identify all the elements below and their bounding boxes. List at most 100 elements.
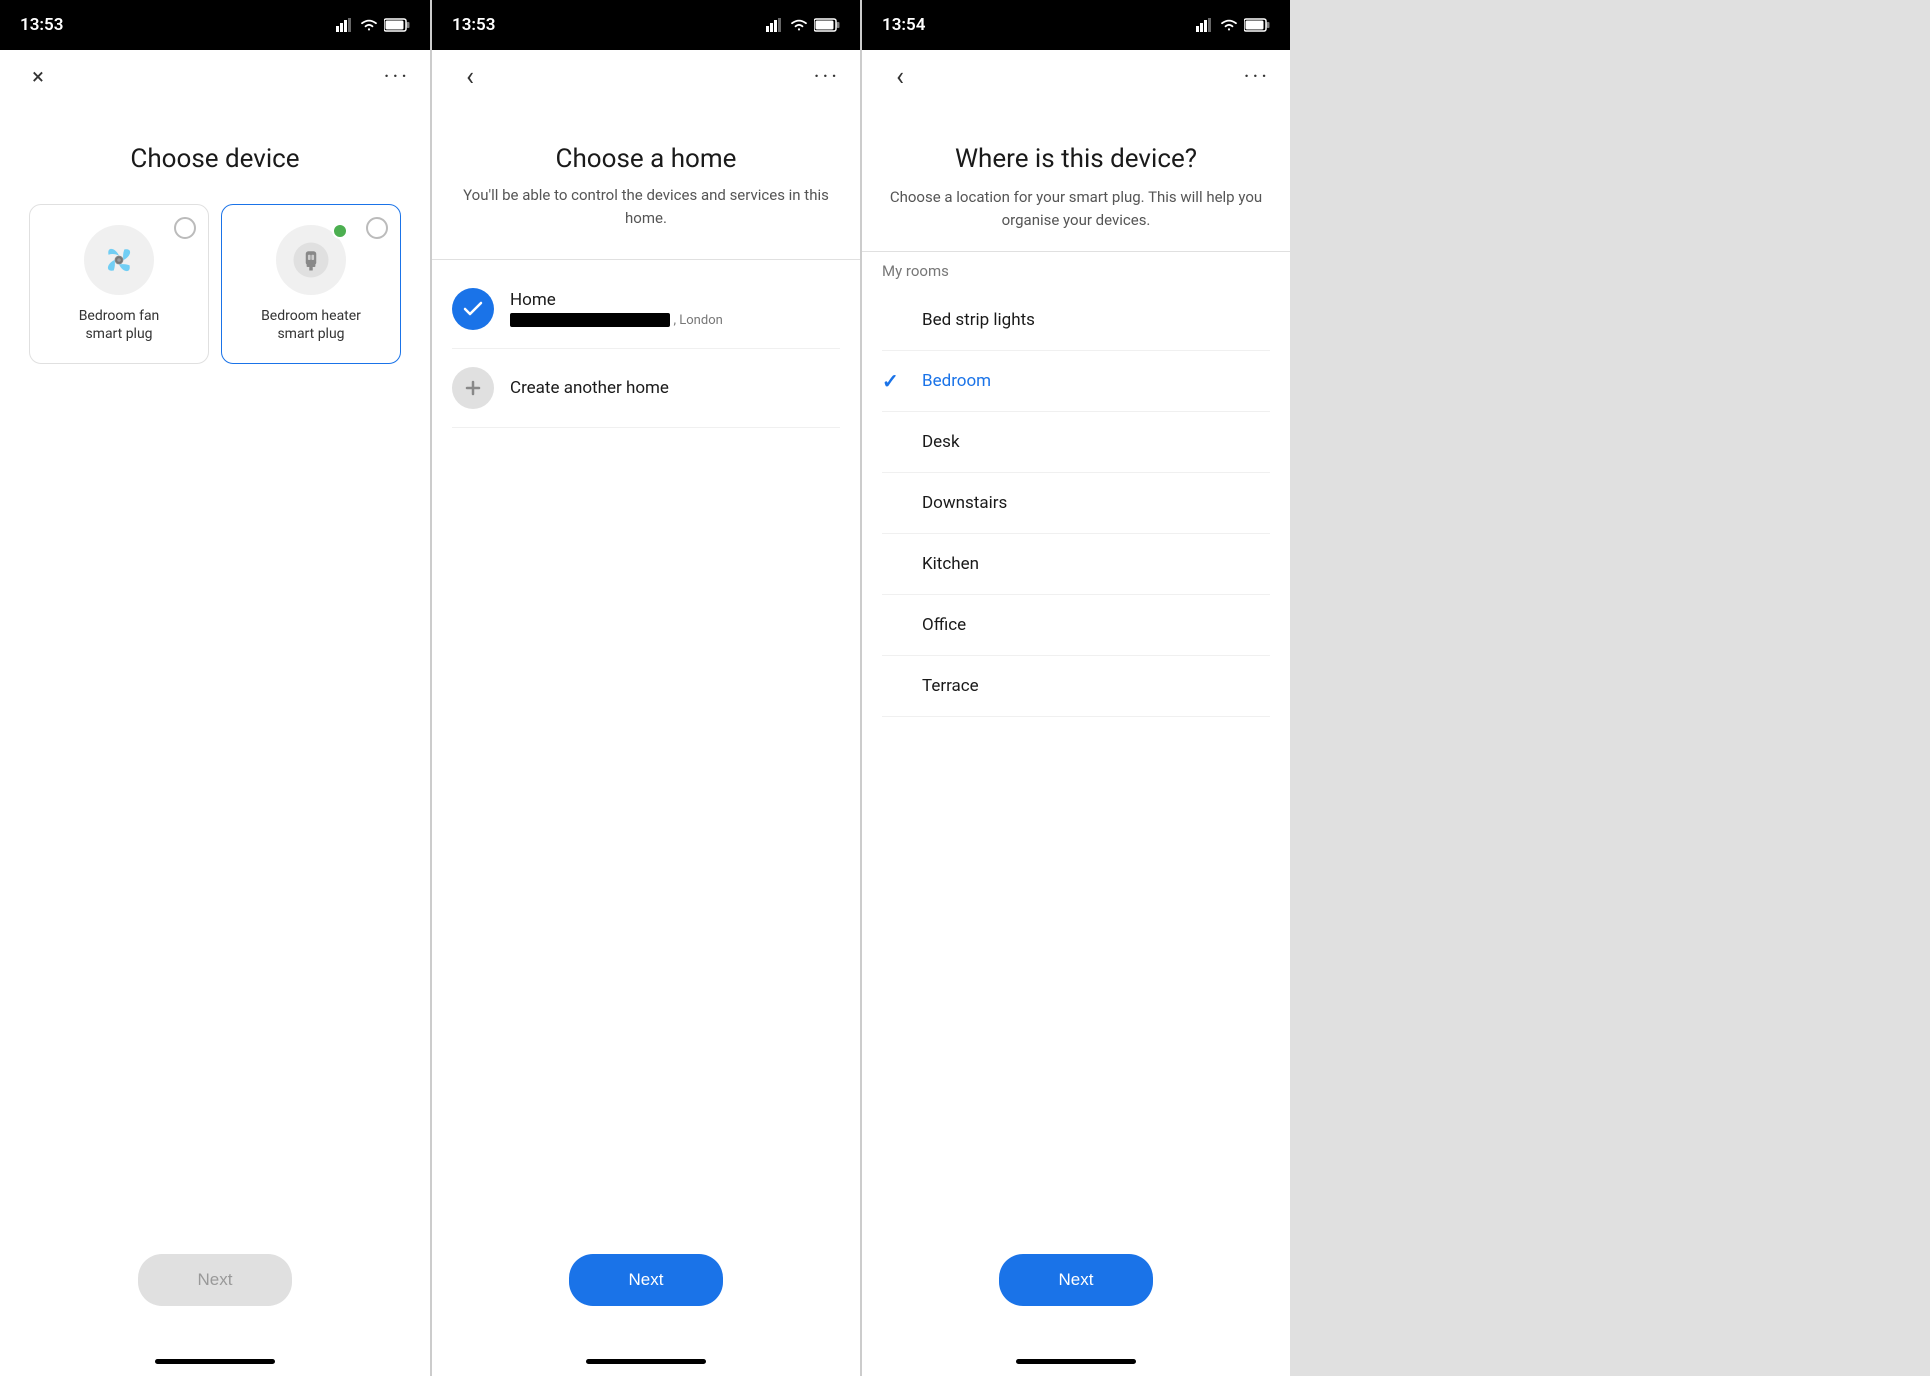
room-name-bedroom: Bedroom <box>922 371 991 391</box>
room-name-office: Office <box>922 615 966 635</box>
home-selected-icon <box>452 288 494 330</box>
check-icon <box>463 301 483 317</box>
divider-2 <box>432 259 860 260</box>
device-name-plug: Bedroom heatersmart plug <box>261 307 361 343</box>
home-bar-2 <box>586 1359 706 1364</box>
page-title-2: Choose a home <box>452 144 840 174</box>
plus-icon <box>464 379 482 397</box>
home-indicator-1 <box>0 1346 430 1376</box>
next-button-1[interactable]: Next <box>138 1254 293 1306</box>
room-check-downstairs <box>882 491 906 515</box>
back-button-3[interactable]: ‹ <box>882 59 918 95</box>
home-indicator-2 <box>432 1346 860 1376</box>
screen-where-device: 13:54 ‹ ··· Where is this <box>860 0 1290 1376</box>
wifi-icon-1 <box>360 18 378 32</box>
nav-bar-3: ‹ ··· <box>862 50 1290 104</box>
status-icons-1 <box>336 18 410 32</box>
next-button-3[interactable]: Next <box>999 1254 1154 1306</box>
status-bar-3: 13:54 <box>862 0 1290 50</box>
more-options-1[interactable]: ··· <box>384 65 410 90</box>
signal-icon-2 <box>766 18 784 32</box>
room-item-downstairs[interactable]: Downstairs <box>882 473 1270 534</box>
room-check-desk <box>882 430 906 454</box>
room-item-office[interactable]: Office <box>882 595 1270 656</box>
page-subtitle-2: You'll be able to control the devices an… <box>452 184 840 229</box>
room-name-bed-strip-lights: Bed strip lights <box>922 310 1035 330</box>
screen-choose-device: 13:53 × ··· <box>0 0 430 1376</box>
signal-icon-3 <box>1196 18 1214 32</box>
next-button-2[interactable]: Next <box>569 1254 724 1306</box>
page-subtitle-3: Choose a location for your smart plug. T… <box>882 186 1270 231</box>
screen-choose-home: 13:53 ‹ ··· Choose a home <box>430 0 860 1376</box>
room-item-bedroom[interactable]: ✓ Bedroom <box>882 351 1270 412</box>
close-button-1[interactable]: × <box>20 59 56 95</box>
home-plus-icon <box>452 367 494 409</box>
room-check-office <box>882 613 906 637</box>
status-icons-2 <box>766 18 840 32</box>
bottom-area-3: Next <box>882 1234 1270 1346</box>
room-name-kitchen: Kitchen <box>922 554 979 574</box>
nav-bar-1: × ··· <box>0 50 430 104</box>
device-name-fan: Bedroom fansmart plug <box>79 307 160 343</box>
fan-icon <box>98 239 140 281</box>
status-time-3: 13:54 <box>882 15 925 35</box>
fan-icon-wrapper <box>84 225 154 295</box>
room-item-bed-strip-lights[interactable]: Bed strip lights <box>882 290 1270 351</box>
status-icons-3 <box>1196 18 1270 32</box>
create-home-label: Create another home <box>510 378 840 398</box>
device-card-plug[interactable]: Bedroom heatersmart plug <box>221 204 401 364</box>
device-radio-fan[interactable] <box>174 217 196 239</box>
plug-icon <box>290 239 332 281</box>
home-indicator-3 <box>862 1346 1290 1376</box>
room-check-bed-strip <box>882 308 906 332</box>
page-title-3: Where is this device? <box>882 144 1270 174</box>
page-title-1: Choose device <box>20 144 410 174</box>
room-check-bedroom: ✓ <box>882 369 906 393</box>
status-time-2: 13:53 <box>452 15 495 35</box>
battery-icon-1 <box>384 18 410 32</box>
address-redacted <box>510 313 670 327</box>
divider-3 <box>862 251 1290 252</box>
signal-icon-1 <box>336 18 354 32</box>
room-check-kitchen <box>882 552 906 576</box>
back-button-2[interactable]: ‹ <box>452 59 488 95</box>
home-bar-1 <box>155 1359 275 1364</box>
status-time-1: 13:53 <box>20 15 63 35</box>
more-options-2[interactable]: ··· <box>814 65 840 90</box>
wifi-icon-3 <box>1220 18 1238 32</box>
home-item-existing[interactable]: Home , London <box>452 270 840 349</box>
home-info-existing: Home , London <box>510 290 840 328</box>
plug-icon-wrapper <box>276 225 346 295</box>
address-city: , London <box>673 313 722 328</box>
device-radio-plug[interactable] <box>366 217 388 239</box>
room-name-desk: Desk <box>922 432 960 452</box>
page-content-3: Where is this device? Choose a location … <box>862 104 1290 1346</box>
page-content-1: Choose device <box>0 104 430 1346</box>
bottom-area-2: Next <box>452 1234 840 1346</box>
home-info-create: Create another home <box>510 378 840 398</box>
page-content-2: Choose a home You'll be able to control … <box>432 104 860 1346</box>
home-address: , London <box>510 312 840 328</box>
room-item-kitchen[interactable]: Kitchen <box>882 534 1270 595</box>
home-item-create[interactable]: Create another home <box>452 349 840 428</box>
rooms-section-title: My rooms <box>882 262 1270 280</box>
home-list: Home , London Create another home <box>452 270 840 428</box>
room-list: Bed strip lights ✓ Bedroom Desk Downstai… <box>882 290 1270 717</box>
bottom-area-1: Next <box>20 1234 410 1346</box>
device-list: Bedroom fansmart plug <box>20 204 410 364</box>
wifi-icon-2 <box>790 18 808 32</box>
room-item-desk[interactable]: Desk <box>882 412 1270 473</box>
status-bar-1: 13:53 <box>0 0 430 50</box>
home-bar-3 <box>1016 1359 1136 1364</box>
room-name-downstairs: Downstairs <box>922 493 1007 513</box>
nav-bar-2: ‹ ··· <box>432 50 860 104</box>
battery-icon-3 <box>1244 18 1270 32</box>
room-name-terrace: Terrace <box>922 676 979 696</box>
device-card-fan[interactable]: Bedroom fansmart plug <box>29 204 209 364</box>
battery-icon-2 <box>814 18 840 32</box>
status-bar-2: 13:53 <box>432 0 860 50</box>
room-item-terrace[interactable]: Terrace <box>882 656 1270 717</box>
home-name: Home <box>510 290 840 310</box>
more-options-3[interactable]: ··· <box>1244 65 1270 90</box>
room-check-terrace <box>882 674 906 698</box>
